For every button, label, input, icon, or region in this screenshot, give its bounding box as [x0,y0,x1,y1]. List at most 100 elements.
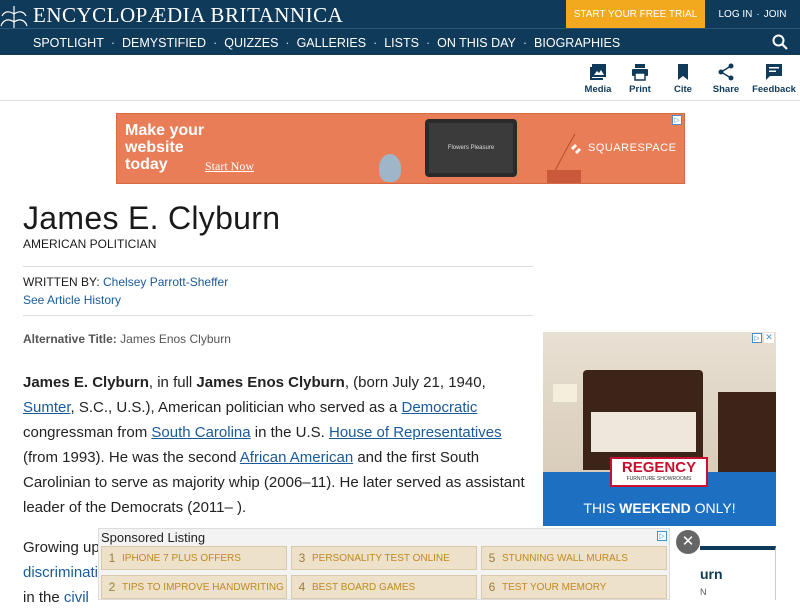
sponsored-item-number: 1 [108,551,116,565]
sponsored-item-label: Personality Test Online [312,552,450,564]
nav-item-on-this-day[interactable]: ON THIS DAY [437,36,516,50]
nav-item-spotlight[interactable]: SPOTLIGHT [33,36,104,50]
brand-wordmark[interactable]: ENCYCLOPÆDIA BRITANNICA [33,3,343,28]
article-toolbar: Media Print Cite Share Feedback [0,55,800,101]
alt-title-value: James Enos Clyburn [120,332,231,346]
nav-item-demystified[interactable]: DEMYSTIFIED [122,36,206,50]
free-trial-button[interactable]: START YOUR FREE TRIAL [566,0,705,28]
ad-branch-image [547,133,581,183]
login-link[interactable]: LOG IN [718,9,752,20]
bold-full-name: James Enos Clyburn [196,374,345,391]
sponsored-item[interactable]: 4 Best Board Games [291,575,477,599]
nav-item-biographies[interactable]: BIOGRAPHIES [534,36,620,50]
join-link[interactable]: JOIN [764,9,787,20]
main-nav: SPOTLIGHT · DEMYSTIFIED · QUIZZES · GALL… [0,28,800,55]
author-link[interactable]: Chelsey Parrott-Sheffer [103,275,228,289]
print-label: Print [629,84,651,95]
link-house-of-representatives[interactable]: House of Representatives [329,424,502,441]
search-icon[interactable] [772,34,788,50]
link-civil[interactable]: civil [64,589,89,606]
link-discrimination[interactable]: discriminati [23,564,98,581]
byline: WRITTEN BY: Chelsey Parrott-Sheffer [23,275,228,289]
alt-title-label: Alternative Title: [23,332,117,346]
regency-logo-text: REGENCY [621,459,697,476]
sponsored-item-number: 3 [298,551,306,565]
link-south-carolina[interactable]: South Carolina [151,424,250,441]
sponsored-item[interactable]: 5 Stunning Wall Murals [481,546,667,570]
link-sumter[interactable]: Sumter [23,399,71,416]
text-run: , S.C., U.S.), American politician who s… [70,399,402,416]
divider [23,266,533,267]
sponsored-item-label: Best Board Games [312,581,416,593]
related-card[interactable]: urn N [700,546,776,600]
sponsored-item[interactable]: 1 iPhone 7 Plus Offers [101,546,287,570]
top-bar: ENCYCLOPÆDIA BRITANNICA START YOUR FREE … [0,0,800,48]
nav-list: SPOTLIGHT · DEMYSTIFIED · QUIZZES · GALL… [33,29,620,56]
adchoices-icon[interactable]: ▷ [657,531,667,541]
nav-separator: · [522,35,528,50]
sponsored-item-number: 5 [488,551,496,565]
ad-promo-text: THIS WEEKEND ONLY! [543,500,776,516]
nav-item-galleries[interactable]: GALLERIES [297,36,366,50]
text-run: in the U.S. [250,424,329,441]
bookmark-icon [678,64,688,80]
sponsored-item[interactable]: 6 Test Your Memory [481,575,667,599]
promo-prefix: THIS [583,500,620,516]
close-icon[interactable]: ✕ [676,530,700,554]
article-title: James E. Clyburn [23,200,281,236]
feedback-button[interactable]: Feedback [749,63,799,95]
nav-separator: · [110,35,116,50]
ad-close-icon[interactable]: ✕ [764,333,774,343]
nav-separator: · [373,35,378,50]
sponsored-item[interactable]: 2 Tips To Improve Handwriting [101,575,287,599]
ad-bedsheet-image [591,412,696,452]
cite-label: Cite [674,84,692,95]
feedback-icon [766,64,782,80]
share-label: Share [712,84,740,95]
promo-suffix: ONLY! [690,500,736,516]
ad-brand: SQUARESPACE [569,142,676,154]
ad-brand-text: SQUARESPACE [588,142,677,154]
adchoices-icon[interactable]: ▷ [672,115,682,125]
alternative-title: Alternative Title: James Enos Clyburn [23,332,231,346]
related-subtitle: N [700,587,707,597]
article-subtitle: AMERICAN POLITICIAN [23,237,157,251]
sponsored-item-number: 2 [108,580,116,594]
link-democratic[interactable]: Democratic [402,399,478,416]
nav-separator: · [425,35,431,50]
ad-laptop-screen: Flowers Pleasure [429,123,513,173]
nav-separator: · [285,35,290,50]
login-separator: · [756,8,760,20]
feedback-label: Feedback [752,84,796,95]
ad-laptop-image: Flowers Pleasure [425,119,517,177]
sponsored-item-label: Test Your Memory [502,581,607,593]
divider [23,315,533,316]
sponsored-item-label: Tips To Improve Handwriting [122,581,284,593]
ad-vase-image [379,154,401,182]
print-icon [632,64,648,81]
ad-headline-line: Make your [125,122,205,139]
ad-headline-line: today [125,156,168,173]
ad-dresser-image [718,392,776,472]
article-paragraph: James E. Clyburn, in full James Enos Cly… [23,370,533,520]
banner-ad[interactable]: Make your website today Start Now Flower… [116,113,685,184]
share-button[interactable]: Share [701,63,751,95]
bold-name: James E. Clyburn [23,374,149,391]
nav-separator: · [213,35,218,50]
sponsored-item-label: Stunning Wall Murals [502,552,628,564]
sponsored-listing: Sponsored Listing ▷ 1 iPhone 7 Plus Offe… [98,528,670,600]
ad-headline-line: website [125,139,184,156]
regency-logo: REGENCY FURNITURE SHOWROOMS [610,457,708,487]
text-run: , in full [148,374,197,391]
adchoices-icon[interactable]: ▷ [752,333,762,343]
article-history-link[interactable]: See Article History [23,293,121,307]
side-ad[interactable]: REGENCY FURNITURE SHOWROOMS THIS WEEKEND… [543,332,776,526]
link-african-american[interactable]: African American [240,449,353,466]
ad-cta-link[interactable]: Start Now [205,159,254,174]
sponsored-item-label: iPhone 7 Plus Offers [122,552,241,564]
sponsored-item[interactable]: 3 Personality Test Online [291,546,477,570]
nav-item-quizzes[interactable]: QUIZZES [224,36,278,50]
nav-item-lists[interactable]: LISTS [384,36,419,50]
text-run: congressman from [23,424,152,441]
text-run: (from 1993). He was the second [23,449,240,466]
